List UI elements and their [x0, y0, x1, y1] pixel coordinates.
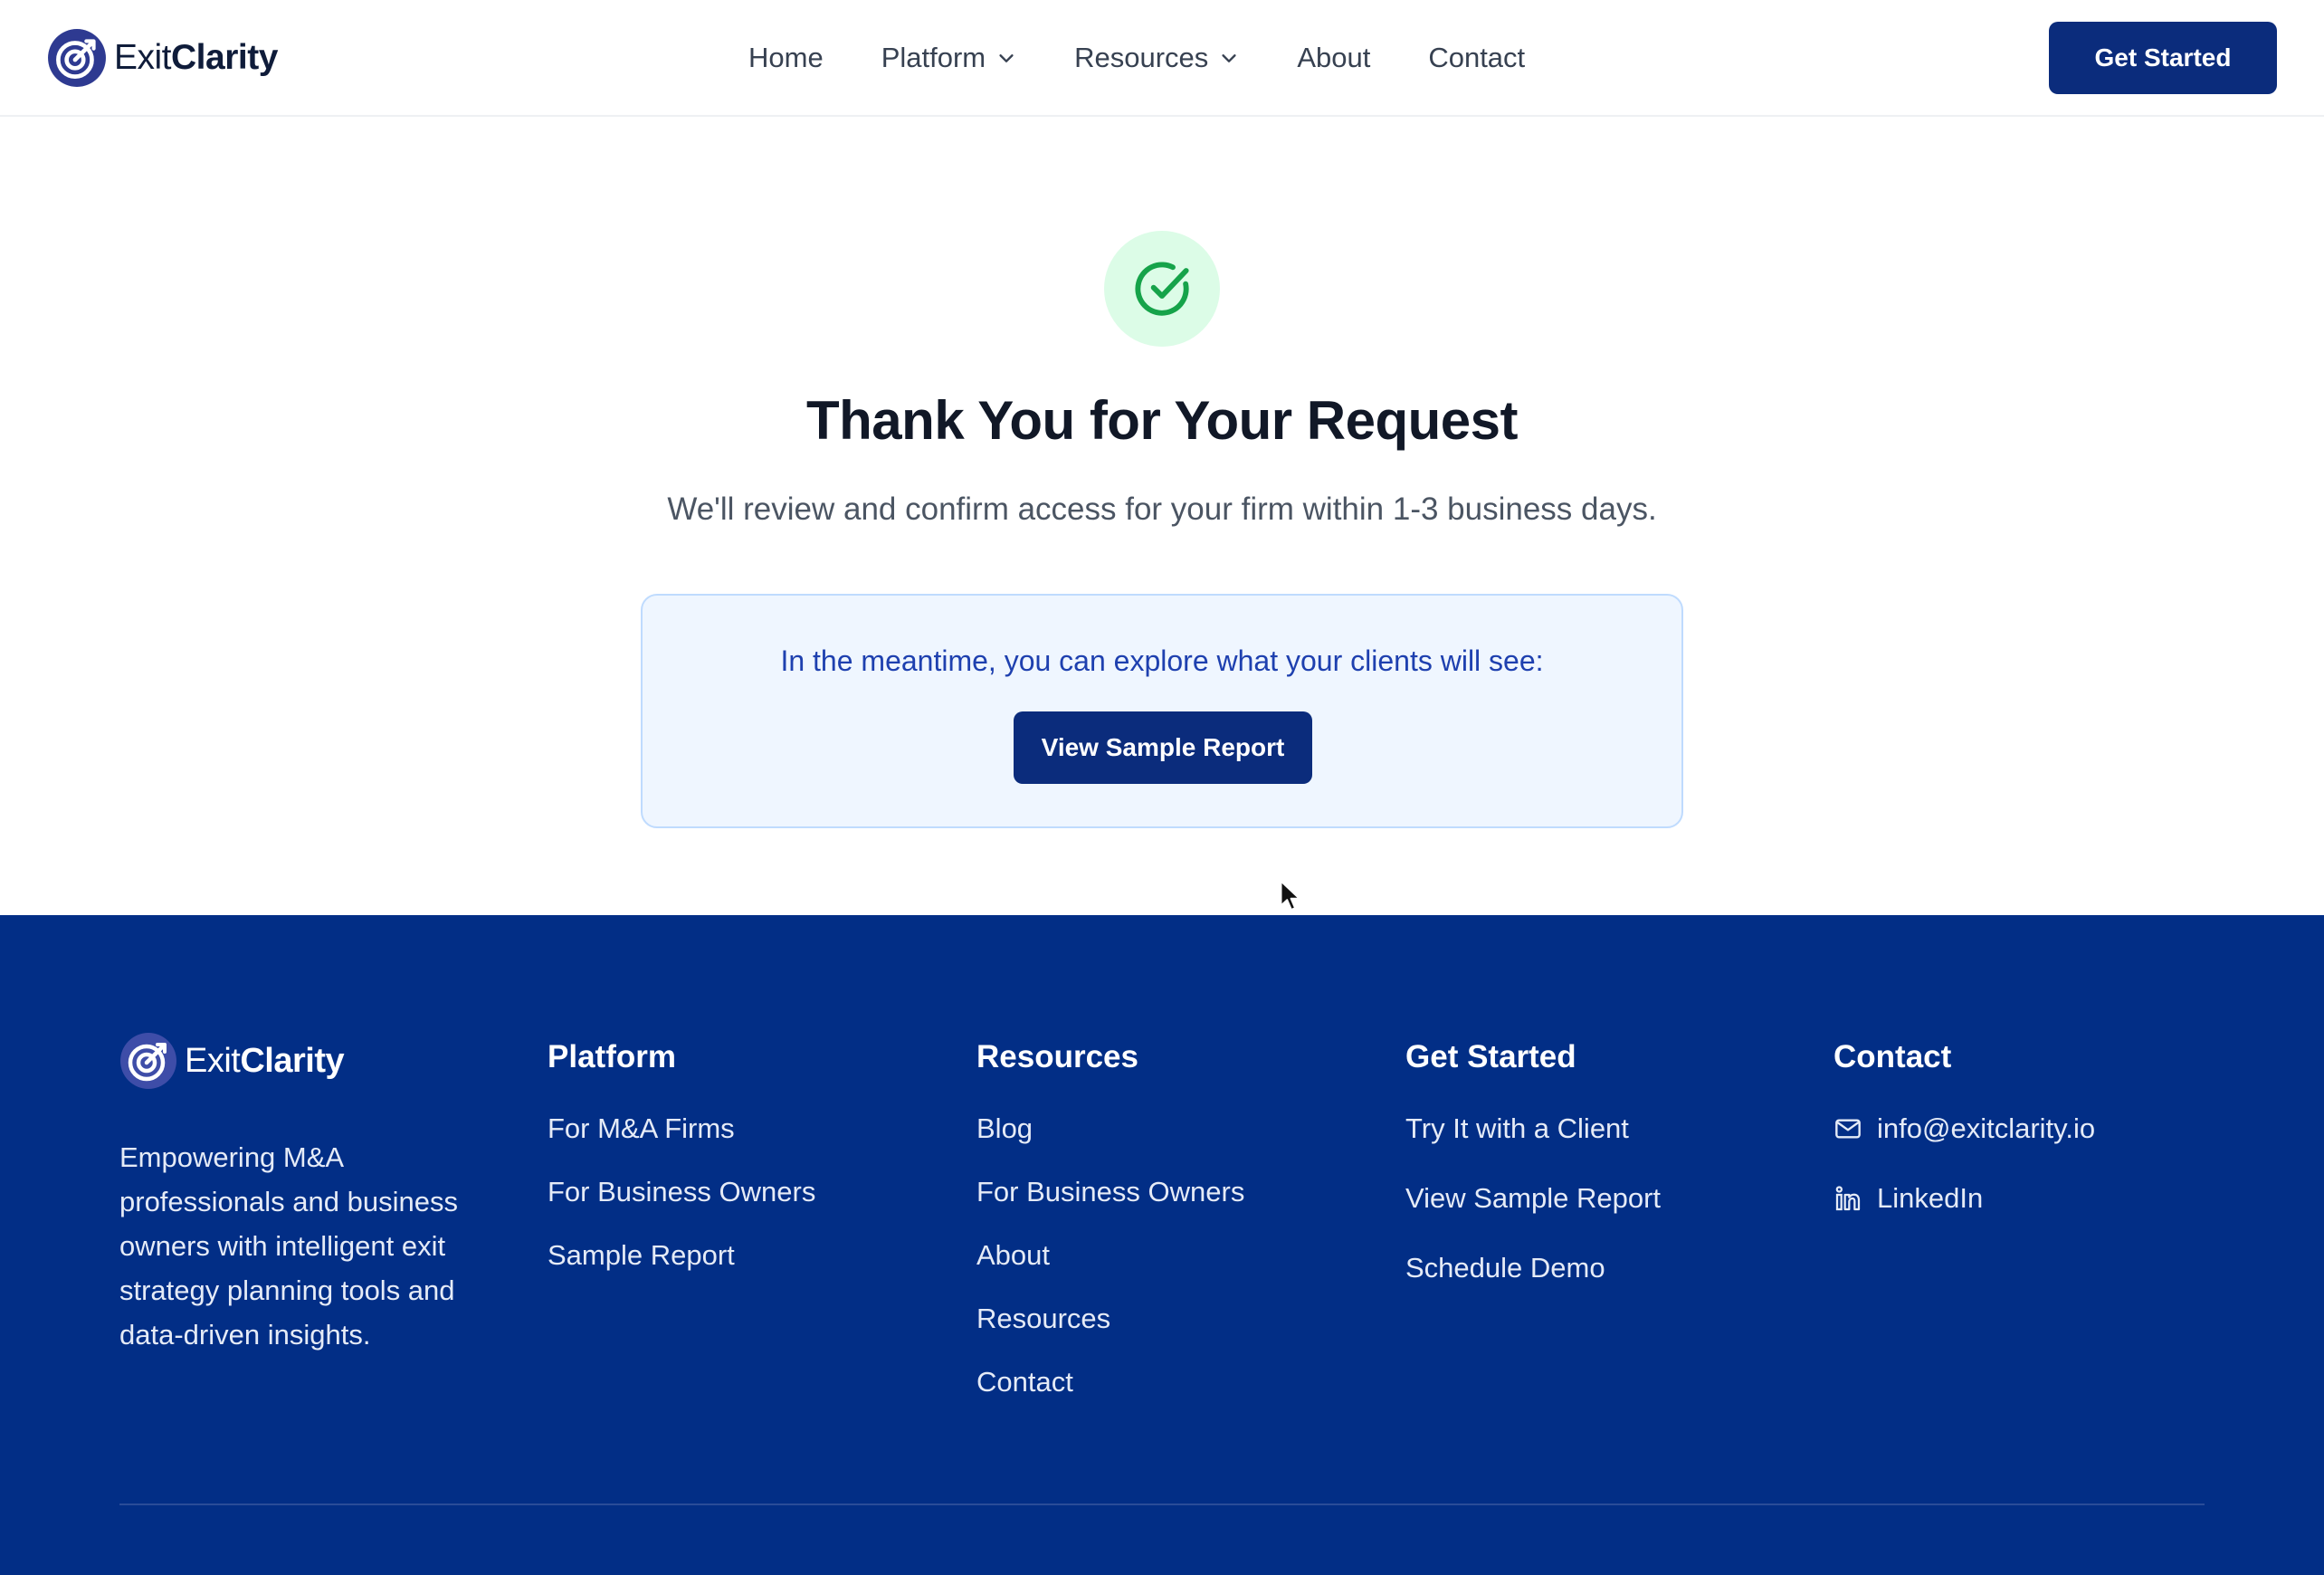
sample-report-callout: In the meantime, you can explore what yo…	[641, 594, 1683, 828]
site-header: ExitClarity Home Platform Resources Abou…	[0, 0, 2324, 117]
footer-link[interactable]: For Business Owners	[548, 1174, 815, 1237]
footer-link[interactable]: Try It with a Client	[1405, 1111, 1661, 1180]
footer-link[interactable]: About	[976, 1237, 1244, 1301]
nav-item-about[interactable]: About	[1297, 42, 1370, 74]
footer-divider	[119, 1503, 2205, 1505]
footer-heading: Contact	[1833, 1039, 1952, 1074]
nav-item-platform[interactable]: Platform	[881, 42, 1016, 74]
footer-column-get-started: Get Started Try It with a Client View Sa…	[1405, 1035, 1661, 1320]
footer-link[interactable]: Resources	[976, 1301, 1244, 1364]
nav-label: Home	[748, 42, 824, 73]
mail-icon	[1835, 1119, 1861, 1139]
chevron-down-icon	[1222, 54, 1236, 62]
nav-item-home[interactable]: Home	[748, 42, 824, 74]
success-badge	[1104, 231, 1220, 347]
nav-label: About	[1297, 42, 1371, 73]
check-circle-icon	[1135, 262, 1189, 316]
brand-suffix: Clarity	[171, 38, 278, 77]
chevron-down-icon	[999, 54, 1014, 62]
mouse-pointer-icon	[1280, 880, 1300, 911]
footer-description: Empowering M&A professionals and busines…	[119, 1141, 458, 1351]
footer-heading: Resources	[976, 1039, 1138, 1074]
footer-email-text: info@exitclarity.io	[1877, 1112, 2096, 1144]
target-logo-icon	[120, 1033, 176, 1089]
nav-label: Contact	[1428, 42, 1526, 73]
footer-column-resources: Resources Blog For Business Owners About…	[976, 1035, 1244, 1427]
nav-label: Resources	[1074, 42, 1209, 73]
footer-email-link[interactable]: info@exitclarity.io	[1833, 1111, 2095, 1180]
page-subtitle: We'll review and confirm access for your…	[667, 492, 1657, 527]
main-nav: Home Platform Resources About Contact	[748, 36, 1525, 80]
get-started-button[interactable]: Get Started	[2049, 22, 2277, 94]
nav-item-contact[interactable]: Contact	[1428, 42, 1525, 74]
brand-suffix: Clarity	[240, 1041, 345, 1080]
footer-heading: Get Started	[1405, 1039, 1576, 1074]
footer-link[interactable]: Schedule Demo	[1405, 1250, 1661, 1320]
nav-label: Platform	[881, 42, 986, 73]
footer-brand-wordmark: ExitClarity	[185, 1041, 345, 1081]
footer-link[interactable]: Sample Report	[548, 1237, 815, 1301]
callout-text: In the meantime, you can explore what yo…	[780, 644, 1544, 677]
footer-column-contact: Contact info@exitclarity.io LinkedIn	[1833, 1035, 2095, 1250]
nav-item-resources[interactable]: Resources	[1074, 42, 1239, 74]
footer-heading: Platform	[548, 1039, 676, 1074]
footer-link[interactable]: Contact	[976, 1364, 1244, 1427]
footer-linkedin-text: LinkedIn	[1877, 1182, 1984, 1214]
brand-prefix: Exit	[114, 38, 172, 77]
footer-column-platform: Platform For M&A Firms For Business Owne…	[548, 1035, 815, 1301]
footer-link[interactable]: View Sample Report	[1405, 1180, 1661, 1250]
brand-wordmark: ExitClarity	[114, 38, 278, 78]
linkedin-icon	[1835, 1186, 1861, 1211]
page-title: Thank You for Your Request	[806, 390, 1518, 451]
site-footer: ExitClarity Empowering M&A professionals…	[0, 915, 2324, 1575]
brand-prefix: Exit	[185, 1041, 241, 1080]
view-sample-report-button[interactable]: View Sample Report	[1014, 711, 1312, 784]
footer-link[interactable]: For Business Owners	[976, 1174, 1244, 1237]
target-logo-icon	[48, 29, 106, 87]
footer-link[interactable]: For M&A Firms	[548, 1111, 815, 1174]
brand-logo[interactable]: ExitClarity	[47, 27, 278, 89]
footer-linkedin-link[interactable]: LinkedIn	[1833, 1180, 2095, 1250]
footer-link[interactable]: Blog	[976, 1111, 1244, 1174]
footer-brand-logo[interactable]: ExitClarity	[119, 1032, 345, 1090]
